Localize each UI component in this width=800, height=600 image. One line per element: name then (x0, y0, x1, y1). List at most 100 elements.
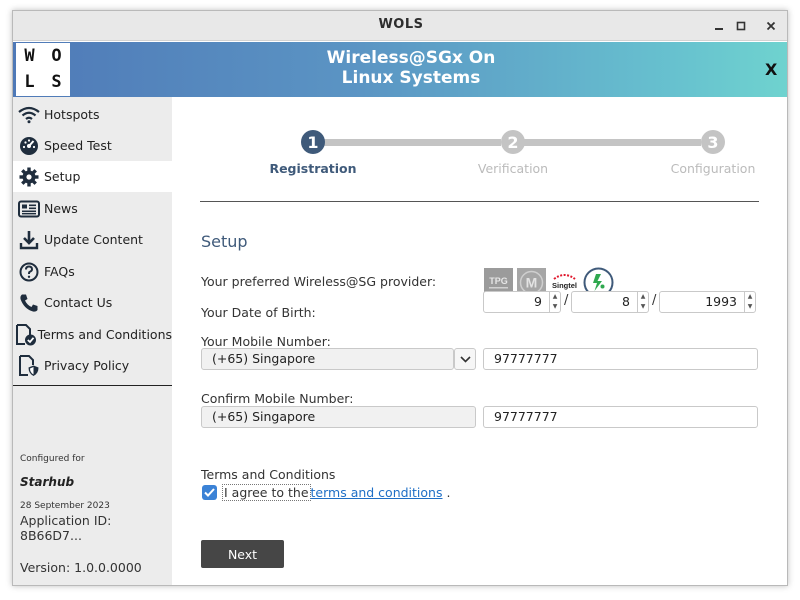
confirm-number-input[interactable]: 97777777 (483, 406, 758, 428)
sidebar-item-hotspots[interactable]: Hotspots (13, 99, 172, 130)
chevron-up-icon[interactable]: ▲ (638, 292, 648, 302)
sidebar-item-label: FAQs (44, 264, 75, 279)
step-1-label: Registration (269, 161, 357, 176)
sidebar: Hotspots Speed Test Setup News Update Co… (13, 97, 172, 585)
sidebar-item-speed-test[interactable]: Speed Test (13, 130, 172, 161)
title-bar: WOLS (13, 11, 787, 41)
sidebar-item-label: Setup (44, 169, 81, 184)
dob-month-stepper[interactable]: ▲ ▼ (637, 292, 648, 312)
sidebar-item-label: Speed Test (44, 138, 112, 153)
section-divider (200, 201, 759, 202)
speedometer-icon (14, 130, 44, 161)
mobile-country-dropdown-button[interactable] (454, 348, 476, 370)
dob-month-spinbox[interactable]: 8 ▲ ▼ (571, 291, 649, 313)
agree-checkbox[interactable] (202, 485, 217, 500)
download-icon (14, 224, 44, 255)
logo-letter: L (24, 72, 35, 92)
chevron-down-icon (459, 355, 471, 363)
chevron-down-icon[interactable]: ▼ (745, 302, 755, 312)
carrier-name: Starhub (20, 475, 75, 489)
svg-text:M: M (526, 275, 538, 291)
chevron-up-icon[interactable]: ▲ (745, 292, 755, 302)
mobile-label: Your Mobile Number: (201, 334, 331, 349)
step-3-label: Configuration (670, 161, 756, 176)
agree-text: I agree to the terms and conditions . (222, 484, 451, 501)
sidebar-item-terms-and-conditions[interactable]: Terms and Conditions (13, 319, 172, 350)
phone-icon (14, 287, 44, 318)
window-title: WOLS (378, 17, 424, 32)
step-3-circle: 3 (701, 130, 725, 154)
dob-year-stepper[interactable]: ▲ ▼ (744, 292, 755, 312)
wols-logo: W O L S (16, 43, 70, 96)
close-window-button[interactable] (762, 17, 780, 35)
sidebar-item-faqs[interactable]: FAQs (13, 256, 172, 287)
stepper-line (513, 139, 701, 146)
logo-letter: W (24, 46, 35, 66)
sidebar-item-label: News (44, 201, 78, 216)
header-title: Wireless@SGx On Linux Systems (73, 48, 749, 88)
logo-letter: O (51, 46, 62, 66)
agree-suffix: . (442, 485, 451, 500)
main-content: 1 2 3 Registration Verification Configur… (172, 97, 787, 585)
minimize-button[interactable] (710, 17, 728, 35)
document-shield-icon (14, 350, 44, 381)
dob-year-spinbox[interactable]: 1993 ▲ ▼ (659, 291, 756, 313)
date-separator: / (564, 293, 569, 308)
dob-year-value: 1993 (705, 294, 737, 309)
application-id: Application ID: 8B66D7... (20, 513, 112, 543)
date-separator: / (652, 293, 657, 308)
provider-label: Your preferred Wireless@SG provider: (201, 274, 437, 289)
app-window: WOLS W O L S Wireless@SGx On Linux Syste… (12, 10, 788, 586)
step-2-label: Verification (477, 161, 549, 176)
stepper-line (313, 139, 501, 146)
confirm-mobile-label: Confirm Mobile Number: (201, 391, 354, 406)
dob-month-value: 8 (622, 294, 630, 309)
sidebar-item-update-content[interactable]: Update Content (13, 224, 172, 255)
terms-title: Terms and Conditions (201, 467, 336, 482)
sidebar-item-privacy-policy[interactable]: Privacy Policy (13, 350, 172, 381)
svg-text:TPG: TPG (489, 276, 508, 286)
sidebar-item-setup[interactable]: Setup (13, 161, 172, 192)
app-header: W O L S Wireless@SGx On Linux Systems X (13, 42, 787, 97)
sidebar-item-label: Hotspots (44, 107, 100, 122)
maximize-button[interactable] (732, 17, 750, 35)
sidebar-item-label: Update Content (44, 232, 143, 247)
step-2-circle: 2 (501, 130, 525, 154)
step-1-circle: 1 (301, 130, 325, 154)
logo-letter: S (51, 72, 62, 92)
mobile-number-input[interactable]: 97777777 (483, 348, 758, 370)
minimize-icon (715, 28, 723, 30)
next-button[interactable]: Next (201, 540, 284, 568)
terms-link[interactable]: terms and conditions (311, 485, 443, 500)
sidebar-item-label: Terms and Conditions (37, 327, 172, 342)
agree-prefix[interactable]: I agree to the (222, 484, 311, 501)
sidebar-item-label: Privacy Policy (44, 358, 130, 373)
dob-day-stepper[interactable]: ▲ ▼ (549, 292, 560, 312)
sidebar-item-label: Contact Us (44, 295, 113, 310)
app-version: Version: 1.0.0.0000 (20, 560, 142, 575)
mobile-country-select[interactable]: (+65) Singapore (201, 348, 454, 370)
header-title-line2: Linux Systems (341, 68, 481, 88)
chevron-up-icon[interactable]: ▲ (550, 292, 560, 302)
wifi-icon (14, 99, 44, 130)
close-icon (766, 21, 776, 31)
dob-day-spinbox[interactable]: 9 ▲ ▼ (483, 291, 561, 313)
configured-for-label: Configured for (20, 454, 85, 464)
newspaper-icon (14, 193, 44, 224)
dob-day-value: 9 (534, 294, 542, 309)
question-icon (14, 256, 44, 287)
configured-date: 28 September 2023 (20, 501, 110, 511)
document-check-icon (14, 319, 38, 350)
dob-label: Your Date of Birth: (201, 305, 316, 320)
header-close-button[interactable]: X (765, 60, 777, 79)
maximize-icon (736, 21, 746, 31)
checkmark-icon (204, 488, 215, 497)
chevron-down-icon[interactable]: ▼ (638, 302, 648, 312)
chevron-down-icon[interactable]: ▼ (550, 302, 560, 312)
confirm-country-select[interactable]: (+65) Singapore (201, 406, 476, 428)
svg-text:Singtel: Singtel (552, 281, 577, 290)
header-title-line1: Wireless@SGx On (326, 48, 496, 68)
section-title: Setup (201, 232, 248, 251)
sidebar-item-news[interactable]: News (13, 193, 172, 224)
sidebar-item-contact-us[interactable]: Contact Us (13, 287, 172, 318)
